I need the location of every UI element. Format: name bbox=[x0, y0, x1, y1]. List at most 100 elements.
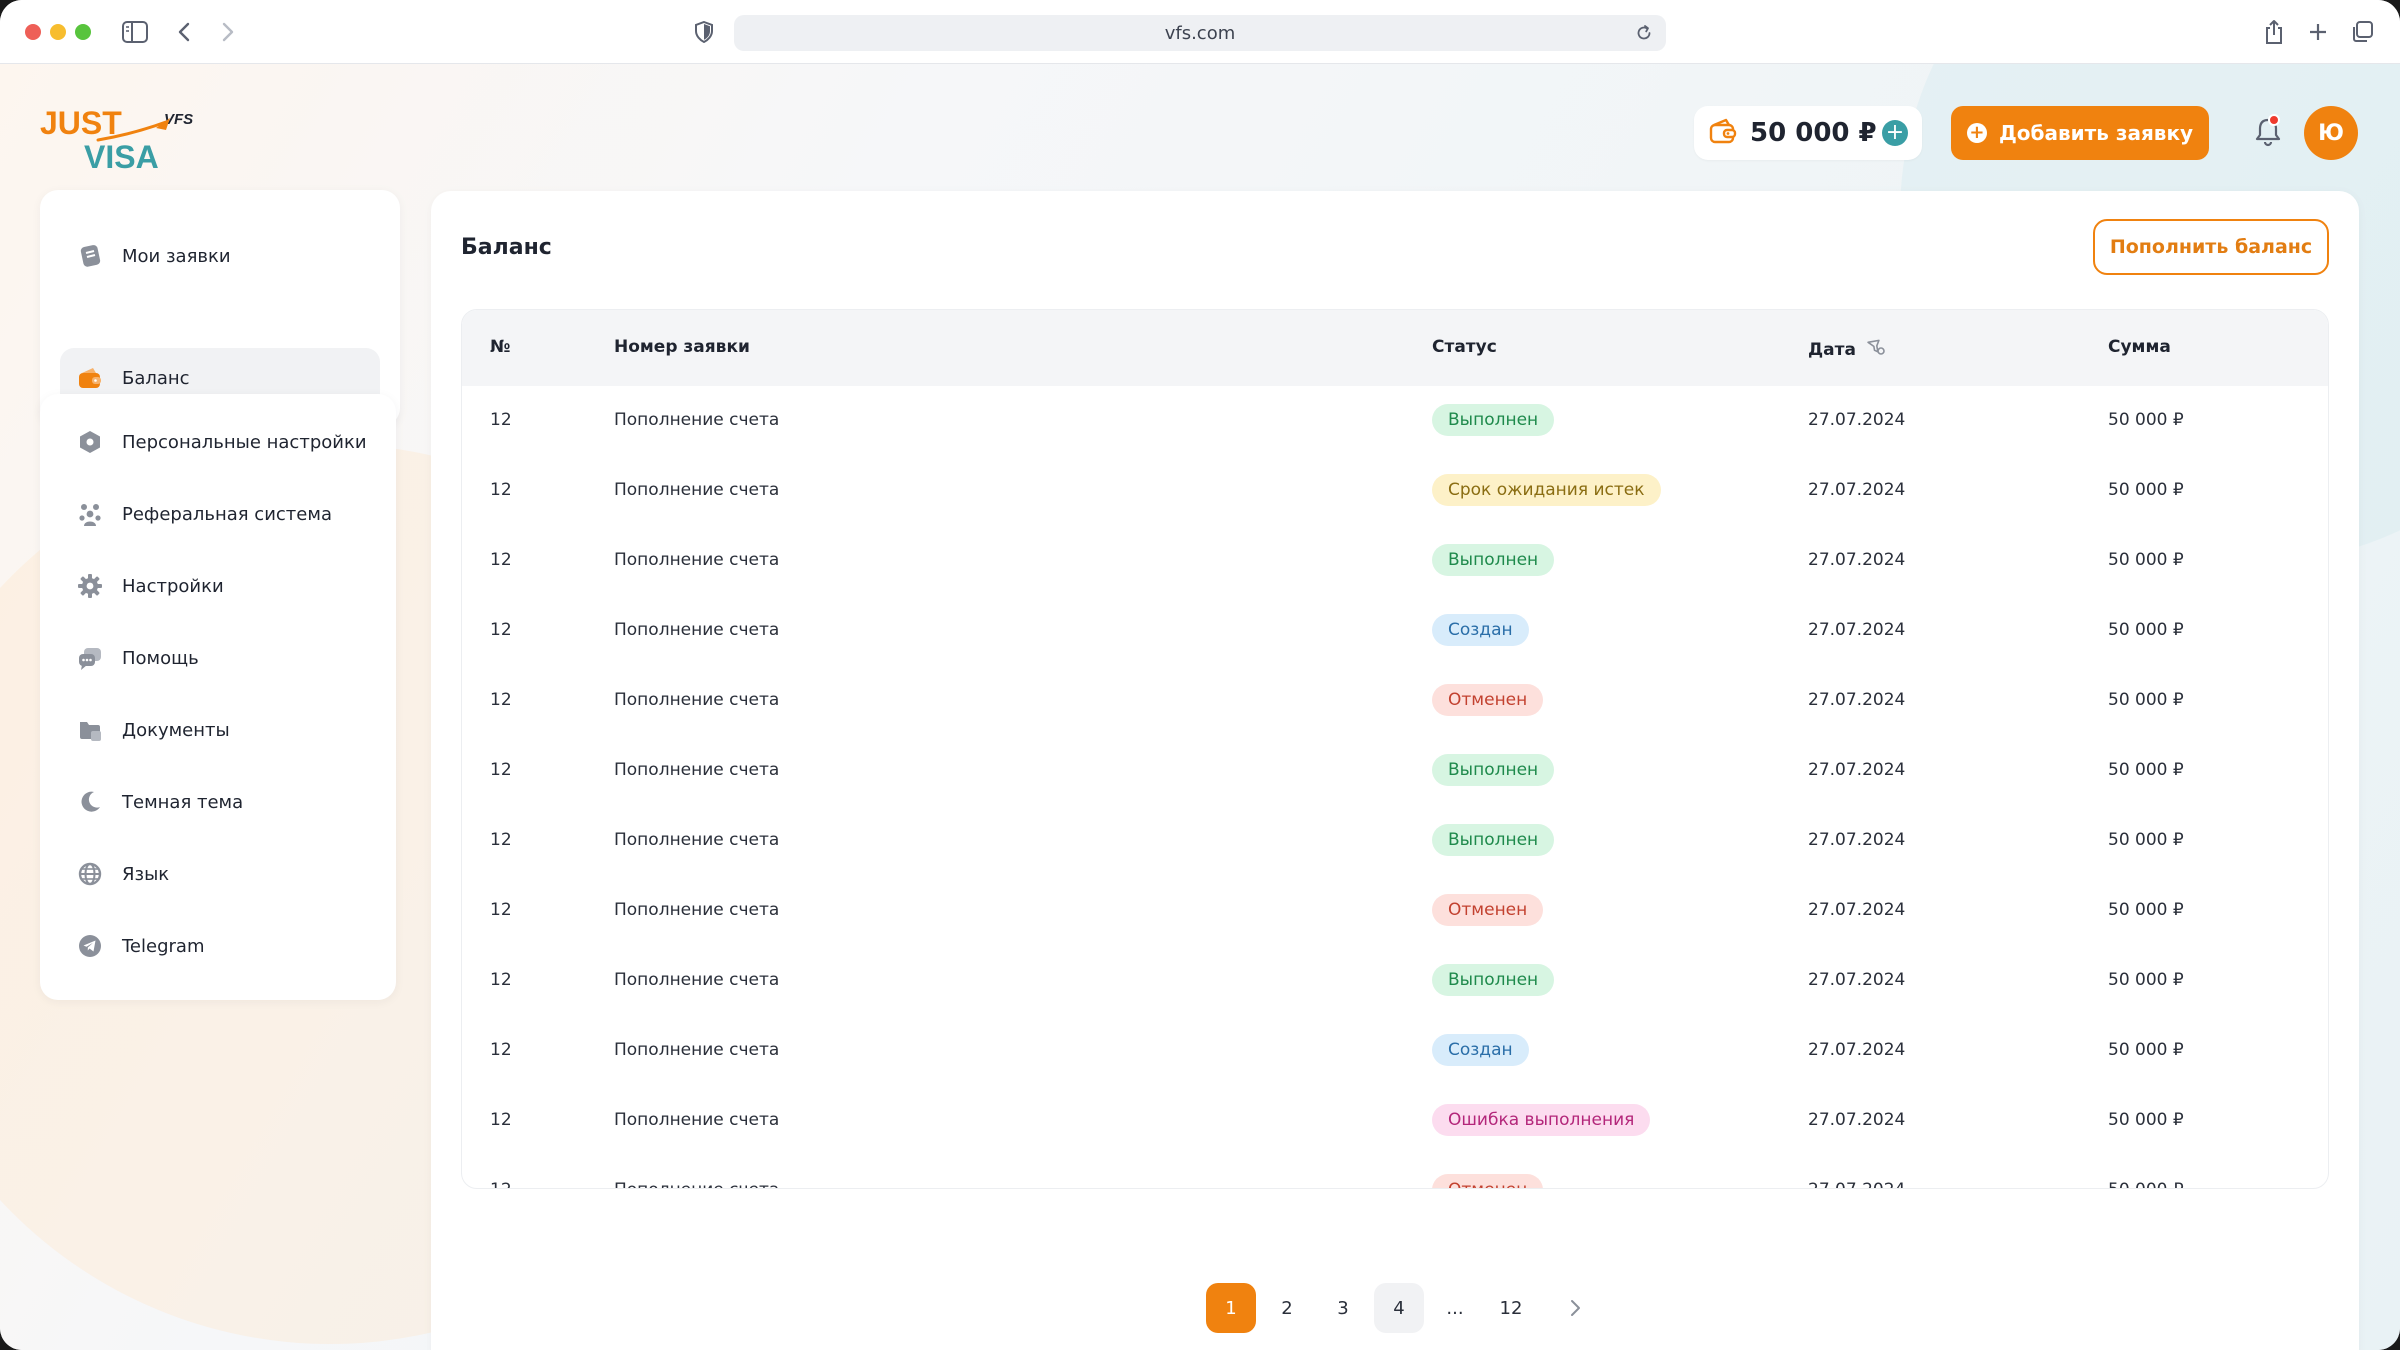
status-badge: Создан bbox=[1432, 1034, 1529, 1066]
cell-request: Пополнение счета bbox=[614, 620, 780, 640]
pagination: 1 2 3 4... 12 bbox=[431, 1283, 2359, 1335]
logo-line2: VISA bbox=[84, 139, 159, 175]
cell-request: Пополнение счета bbox=[614, 690, 780, 710]
table-row[interactable]: 12 Пополнение счета 27.07.2024 50 000 ₽ Отме… bbox=[462, 1156, 2328, 1188]
notification-dot bbox=[2268, 114, 2280, 126]
cell-request: Пополнение счета bbox=[614, 830, 780, 850]
users-icon bbox=[76, 500, 104, 528]
page-button-3[interactable]: 3 bbox=[1318, 1283, 1368, 1333]
topup-plus-button[interactable]: + bbox=[1882, 120, 1908, 146]
tabs-overview-icon[interactable] bbox=[2348, 18, 2376, 46]
cell-date: 27.07.2024 bbox=[1808, 620, 1906, 640]
table-row[interactable]: 12 Пополнение счета 27.07.2024 50 000 ₽ Отме… bbox=[462, 876, 2328, 946]
cell-date: 27.07.2024 bbox=[1808, 760, 1906, 780]
back-arrow-icon[interactable] bbox=[170, 18, 198, 46]
table-row[interactable]: 12 Пополнение счета 27.07.2024 50 000 ₽ Созд… bbox=[462, 1016, 2328, 1086]
sidebar-item-my-requests[interactable]: Мои заявки bbox=[60, 226, 380, 286]
sidebar-item-label: Баланс bbox=[122, 367, 190, 389]
add-request-button[interactable]: + Добавить заявку bbox=[1951, 106, 2209, 160]
table-row[interactable]: 12 Пополнение счета 27.07.2024 50 000 ₽ Срок… bbox=[462, 456, 2328, 526]
sidebar-item-settings[interactable]: Настройки bbox=[60, 556, 380, 616]
requests-icon bbox=[76, 242, 104, 270]
status-badge: Выполнен bbox=[1432, 544, 1555, 576]
cell-sum: 50 000 ₽ bbox=[2108, 970, 2184, 990]
table-row[interactable]: 12 Пополнение счета 27.07.2024 50 000 ₽ Отме… bbox=[462, 666, 2328, 736]
status-badge: Отменен bbox=[1432, 1174, 1544, 1188]
cell-status: Выполнен bbox=[1432, 754, 1555, 786]
maximize-window-button[interactable] bbox=[75, 24, 91, 40]
sidebar-item-help[interactable]: Помощь bbox=[60, 628, 380, 688]
cell-request: Пополнение счета bbox=[614, 970, 780, 990]
address-bar[interactable]: vfs.com bbox=[734, 15, 1666, 51]
status-badge: Выполнен bbox=[1432, 964, 1555, 996]
cell-sum: 50 000 ₽ bbox=[2108, 1180, 2184, 1188]
logo-line1: JUST bbox=[40, 105, 122, 141]
cell-request: Пополнение счета bbox=[614, 410, 780, 430]
page-button-4[interactable]: 4 bbox=[1374, 1283, 1424, 1333]
topup-balance-button[interactable]: Пополнить баланс bbox=[2093, 219, 2329, 275]
sidebar-item-referral[interactable]: Реферальная система bbox=[60, 484, 380, 544]
cell-request: Пополнение счета bbox=[614, 480, 780, 500]
cell-status: Отменен bbox=[1432, 684, 1544, 716]
share-icon[interactable] bbox=[2260, 18, 2288, 46]
table-row[interactable]: 12 Пополнение счета 27.07.2024 50 000 ₽ Ошиб… bbox=[462, 1086, 2328, 1156]
table-row[interactable]: 12 Пополнение счета 27.07.2024 50 000 ₽ Выпо… bbox=[462, 386, 2328, 456]
table-row[interactable]: 12 Пополнение счета 27.07.2024 50 000 ₽ Выпо… bbox=[462, 806, 2328, 876]
cell-number: 12 bbox=[490, 830, 512, 850]
logo[interactable]: JUST VISA VFS bbox=[38, 104, 208, 184]
sidebar-item-language[interactable]: Язык bbox=[60, 844, 380, 904]
shield-icon[interactable] bbox=[690, 18, 718, 46]
new-tab-icon[interactable] bbox=[2304, 18, 2332, 46]
cell-sum: 50 000 ₽ bbox=[2108, 1040, 2184, 1060]
table-row[interactable]: 12 Пополнение счета 27.07.2024 50 000 ₽ Выпо… bbox=[462, 526, 2328, 596]
cell-status: Создан bbox=[1432, 1034, 1529, 1066]
status-badge: Ошибка выполнения bbox=[1432, 1104, 1651, 1136]
column-header-date-wrap[interactable]: Дата bbox=[1808, 337, 1886, 362]
avatar[interactable]: Ю bbox=[2304, 106, 2358, 160]
cell-sum: 50 000 ₽ bbox=[2108, 620, 2184, 640]
table-row[interactable]: 12 Пополнение счета 27.07.2024 50 000 ₽ Созд… bbox=[462, 596, 2328, 666]
wallet-icon bbox=[1708, 117, 1738, 149]
status-badge: Выполнен bbox=[1432, 754, 1555, 786]
status-badge: Выполнен bbox=[1432, 824, 1555, 856]
page-title: Баланс bbox=[461, 235, 552, 260]
cell-date: 27.07.2024 bbox=[1808, 1110, 1906, 1130]
page-button-2[interactable]: 2 bbox=[1262, 1283, 1312, 1333]
cell-status: Выполнен bbox=[1432, 964, 1555, 996]
pagination-ellipsis: ... bbox=[1446, 1297, 1464, 1319]
close-window-button[interactable] bbox=[25, 24, 41, 40]
cell-date: 27.07.2024 bbox=[1808, 690, 1906, 710]
balance-panel: Баланс Пополнить баланс № Номер заявки С… bbox=[431, 191, 2359, 1350]
gear-icon bbox=[76, 572, 104, 600]
sidebar-item-documents[interactable]: Документы bbox=[60, 700, 380, 760]
add-request-label: Добавить заявку bbox=[1998, 121, 2194, 145]
sort-icon[interactable] bbox=[1866, 337, 1886, 362]
column-header-status: Статус bbox=[1432, 337, 1497, 357]
table-row[interactable]: 12 Пополнение счета 27.07.2024 50 000 ₽ Выпо… bbox=[462, 736, 2328, 806]
sidebar-item-personal-settings[interactable]: Персональные настройки bbox=[60, 412, 380, 472]
sidebar-item-label: Темная тема bbox=[122, 791, 244, 813]
column-header-request: Номер заявки bbox=[614, 337, 750, 357]
sidebar-primary-nav: Мои заявки Баланс bbox=[40, 190, 400, 426]
sidebar-item-dark-theme[interactable]: Темная тема bbox=[60, 772, 380, 832]
hexagon-icon bbox=[76, 428, 104, 456]
cell-date: 27.07.2024 bbox=[1808, 830, 1906, 850]
topup-balance-label: Пополнить баланс bbox=[2109, 236, 2313, 258]
cell-request: Пополнение счета bbox=[614, 1110, 780, 1130]
cell-status: Выполнен bbox=[1432, 544, 1555, 576]
cell-sum: 50 000 ₽ bbox=[2108, 760, 2184, 780]
reload-icon[interactable] bbox=[1634, 23, 1654, 48]
page-button-12[interactable]: 12 bbox=[1486, 1283, 1536, 1333]
balance-widget[interactable]: 50 000 ₽ + bbox=[1694, 106, 1922, 160]
page-button-1[interactable]: 1 bbox=[1206, 1283, 1256, 1333]
forward-arrow-icon[interactable] bbox=[214, 18, 242, 46]
sidebar-toggle-icon[interactable] bbox=[121, 18, 149, 46]
cell-number: 12 bbox=[490, 970, 512, 990]
table-row[interactable]: 12 Пополнение счета 27.07.2024 50 000 ₽ Выпо… bbox=[462, 946, 2328, 1016]
next-page-icon[interactable] bbox=[1565, 1298, 1585, 1318]
minimize-window-button[interactable] bbox=[50, 24, 66, 40]
cell-date: 27.07.2024 bbox=[1808, 970, 1906, 990]
telegram-icon bbox=[76, 932, 104, 960]
sidebar-item-telegram[interactable]: Telegram bbox=[60, 916, 380, 976]
cell-status: Срок ожидания истек bbox=[1432, 474, 1661, 506]
